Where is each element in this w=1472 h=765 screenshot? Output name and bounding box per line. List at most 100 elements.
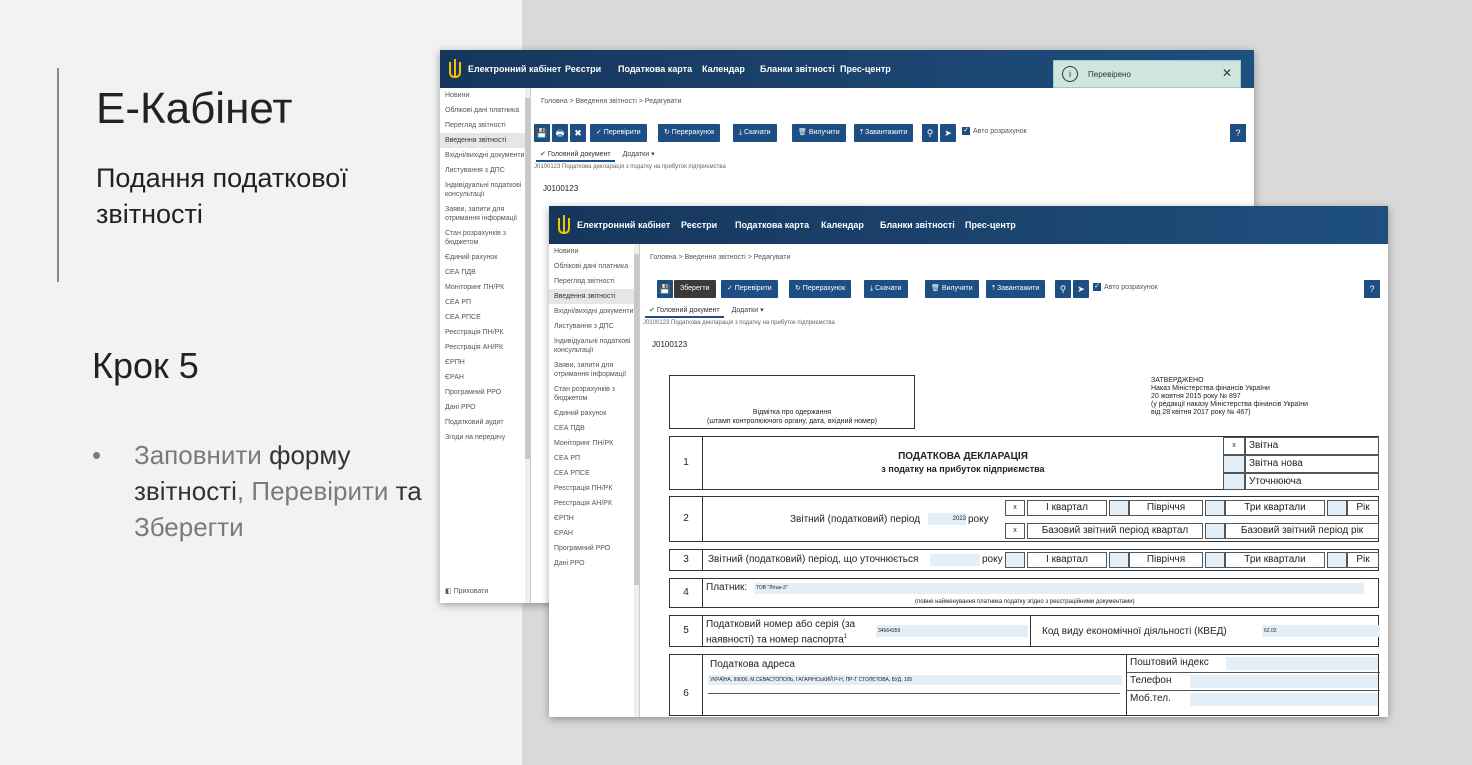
nav-registers[interactable]: Реєстри (565, 64, 601, 74)
download-button[interactable]: ⤓ Скачати (864, 280, 908, 298)
tab-main-document[interactable]: ✔ Головний документ (645, 304, 724, 318)
clarified-nine-checkbox[interactable] (1205, 552, 1225, 568)
check-button[interactable]: ✓ Перевірити (721, 280, 778, 298)
kved-input[interactable]: 62.02 (1262, 625, 1380, 637)
sidebar-item[interactable]: СЕА РПСЕ (549, 466, 639, 481)
sidebar-item[interactable]: Облікові дані платника (549, 259, 639, 274)
sidebar-item[interactable]: Моніторинг ПН/РК (549, 436, 639, 451)
nav-press[interactable]: Прес-центр (965, 220, 1016, 230)
sidebar-scrollbar[interactable] (525, 88, 530, 603)
year-checkbox[interactable] (1327, 500, 1347, 516)
sidebar-item[interactable]: Заяви, запити для отримання інформації (549, 358, 639, 382)
recalc-button[interactable]: ↻ Перерахунок (789, 280, 852, 298)
sidebar-item[interactable]: Реєстрація АН/РК (549, 496, 639, 511)
tax-number-input[interactable]: 34564359 (876, 625, 1028, 637)
sidebar-item[interactable]: Новини (549, 244, 639, 259)
sidebar-scrollbar[interactable] (634, 244, 639, 717)
sidebar-item[interactable]: Стан розрахунків з бюджетом (549, 382, 639, 406)
tab-attachments[interactable]: Додатки ▾ (617, 148, 661, 160)
close-button[interactable]: ✖ (570, 124, 586, 142)
tab-main-document[interactable]: ✔ Головний документ (536, 148, 615, 162)
nav-registers[interactable]: Реєстри (681, 220, 717, 230)
sidebar-hide-button[interactable]: ◧ Приховати (440, 584, 493, 599)
sidebar-item[interactable]: Згоди на передачу (440, 430, 530, 445)
half-year-checkbox[interactable] (1109, 500, 1129, 516)
save-icon-button[interactable]: 💾 (657, 280, 673, 298)
print-button[interactable]: 🖶 (552, 124, 568, 142)
sidebar-item[interactable]: Моніторинг ПН/РК (440, 280, 530, 295)
help-button[interactable]: ? (1230, 124, 1246, 142)
auto-calc-checkbox[interactable]: ✓ Авто розрахунок (962, 127, 1027, 135)
phone-input[interactable] (1190, 675, 1378, 688)
nav-tax-map[interactable]: Податкова карта (735, 220, 809, 230)
check-button[interactable]: ✓ Перевірити (590, 124, 647, 142)
clarified-half-checkbox[interactable] (1109, 552, 1129, 568)
type-checkbox-new[interactable] (1223, 455, 1245, 473)
sidebar-item[interactable]: СЕА РП (549, 451, 639, 466)
address-input[interactable]: УКРАЇНА, 99000, М.СЕВАСТОПОЛЬ, ГАГАРІНСЬ… (708, 675, 1122, 685)
sidebar-item[interactable]: Заяви, запити для отримання інформації (440, 202, 530, 226)
key-icon[interactable]: ⚲ (922, 124, 938, 142)
q1-x-mark[interactable]: x (1005, 500, 1025, 516)
toast-close-button[interactable]: ✕ (1222, 66, 1232, 80)
delete-button[interactable]: 🗑 Вилучити (925, 280, 979, 298)
sidebar-item[interactable]: СЕА РП (440, 295, 530, 310)
sidebar-item[interactable]: Єдиний рахунок (440, 250, 530, 265)
sidebar-item[interactable]: Введення звітності (440, 133, 530, 148)
sidebar-item[interactable]: Індивідуальні податкові консультації (440, 178, 530, 202)
nav-forms[interactable]: Бланки звітності (760, 64, 835, 74)
recalc-button[interactable]: ↻ Перерахунок (658, 124, 721, 142)
brand-link[interactable]: Електронний кабінет (468, 64, 561, 74)
sidebar-item[interactable]: СЕА РПСЕ (440, 310, 530, 325)
sidebar-item[interactable]: Введення звітності (549, 289, 639, 304)
nine-months-checkbox[interactable] (1205, 500, 1225, 516)
upload-button[interactable]: ⤒ Завантажити (986, 280, 1046, 298)
sidebar-item[interactable]: ЄРАН (549, 526, 639, 541)
save-icon-button[interactable]: 💾 (534, 124, 550, 142)
sidebar-item[interactable]: Реєстрація ПН/РК (549, 481, 639, 496)
sidebar-item[interactable]: Податковий аудит (440, 415, 530, 430)
sidebar-item[interactable]: ЄРПН (440, 355, 530, 370)
sidebar-item[interactable]: Листування з ДПС (440, 163, 530, 178)
sidebar-item[interactable]: Облікові дані платника (440, 103, 530, 118)
sidebar-item[interactable]: СЕА ПДВ (440, 265, 530, 280)
sidebar-item[interactable]: Листування з ДПС (549, 319, 639, 334)
sidebar-item[interactable]: Новини (440, 88, 530, 103)
sidebar-item[interactable]: Вхідні/вихідні документи (440, 148, 530, 163)
save-button[interactable]: Зберегти (674, 280, 716, 298)
sidebar-item[interactable]: Реєстрація АН/РК (440, 340, 530, 355)
sidebar-item[interactable]: Перегляд звітності (440, 118, 530, 133)
sidebar-item[interactable]: Індивідуальні податкові консультації (549, 334, 639, 358)
base-year-checkbox[interactable] (1205, 523, 1225, 539)
base-quarter-x-mark[interactable]: x (1005, 523, 1025, 539)
sidebar-item[interactable]: Стан розрахунків з бюджетом (440, 226, 530, 250)
nav-calendar[interactable]: Календар (702, 64, 745, 74)
tab-attachments[interactable]: Додатки ▾ (726, 304, 770, 316)
clarified-year-input[interactable] (930, 554, 980, 566)
breadcrumb[interactable]: Головна > Введення звітності > Редагуват… (541, 98, 681, 105)
sidebar-item[interactable]: Дані РРО (440, 400, 530, 415)
nav-calendar[interactable]: Календар (821, 220, 864, 230)
nav-tax-map[interactable]: Податкова карта (618, 64, 692, 74)
send-icon[interactable]: ➤ (940, 124, 956, 142)
delete-button[interactable]: 🗑 Вилучити (792, 124, 846, 142)
brand-link[interactable]: Електронний кабінет (577, 220, 670, 230)
download-button[interactable]: ⤓ Скачати (733, 124, 777, 142)
nav-press[interactable]: Прес-центр (840, 64, 891, 74)
sidebar-item[interactable]: Дані РРО (549, 556, 639, 571)
period-year-input[interactable]: 2023 (928, 513, 966, 525)
sidebar-item[interactable]: Програмний РРО (440, 385, 530, 400)
sidebar-item[interactable]: СЕА ПДВ (549, 421, 639, 436)
mobile-input[interactable] (1190, 693, 1378, 706)
nav-forms[interactable]: Бланки звітності (880, 220, 955, 230)
auto-calc-checkbox[interactable]: ✓ Авто розрахунок (1093, 283, 1158, 291)
payer-name-input[interactable]: ТОВ "Літан-3" (754, 583, 1364, 594)
help-button[interactable]: ? (1364, 280, 1380, 298)
key-icon[interactable]: ⚲ (1055, 280, 1071, 298)
sidebar-item[interactable]: ЄРПН (549, 511, 639, 526)
upload-button[interactable]: ⤒ Завантажити (854, 124, 914, 142)
postal-code-input[interactable] (1226, 657, 1378, 670)
sidebar-item[interactable]: Перегляд звітності (549, 274, 639, 289)
sidebar-item[interactable]: Єдиний рахунок (549, 406, 639, 421)
sidebar-item[interactable]: Реєстрація ПН/РК (440, 325, 530, 340)
